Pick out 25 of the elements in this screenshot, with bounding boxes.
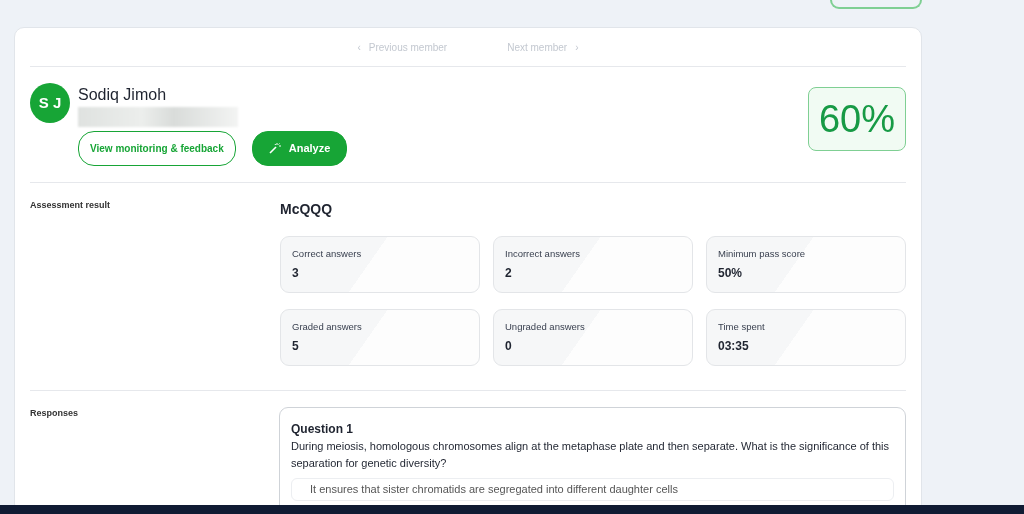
stat-label: Correct answers [292,246,363,261]
section-label: Responses [30,406,80,420]
question-title: Question 1 [291,420,354,438]
member-name: Sodiq Jimoh [78,85,168,105]
avatar: S J [30,83,70,123]
stat-value: 2 [505,264,513,282]
section-label: Assessment result [30,198,112,212]
stat-value: 50% [718,264,744,282]
button-edge[interactable] [830,0,922,9]
stat-label: Graded answers [292,319,363,334]
stat-value: 5 [292,337,300,355]
magic-wand-icon [268,142,281,155]
stat-label: Incorrect answers [505,246,581,261]
assessment-title: McQQQ [280,199,334,219]
stat-label: Minimum pass score [718,246,807,261]
stat-label: Ungraded answers [505,319,586,334]
analyze-button[interactable]: Analyze [251,131,348,166]
stat-label: Time spent [718,319,766,334]
score-badge: 60% [807,87,906,151]
stat-value: 03:35 [718,337,750,355]
stat-value: 3 [292,264,300,282]
question-text: During meiosis, homologous chromosomes align at the metaphase plate and then separate. What is the significance of this separation for genetic diversity? [291,438,890,471]
feedback-button[interactable]: View monitoring & feedback [78,131,236,166]
stat-value: 0 [505,337,513,355]
answer-option[interactable]: It ensures that sister chromatids are segregated into different daughter cells [291,477,894,501]
